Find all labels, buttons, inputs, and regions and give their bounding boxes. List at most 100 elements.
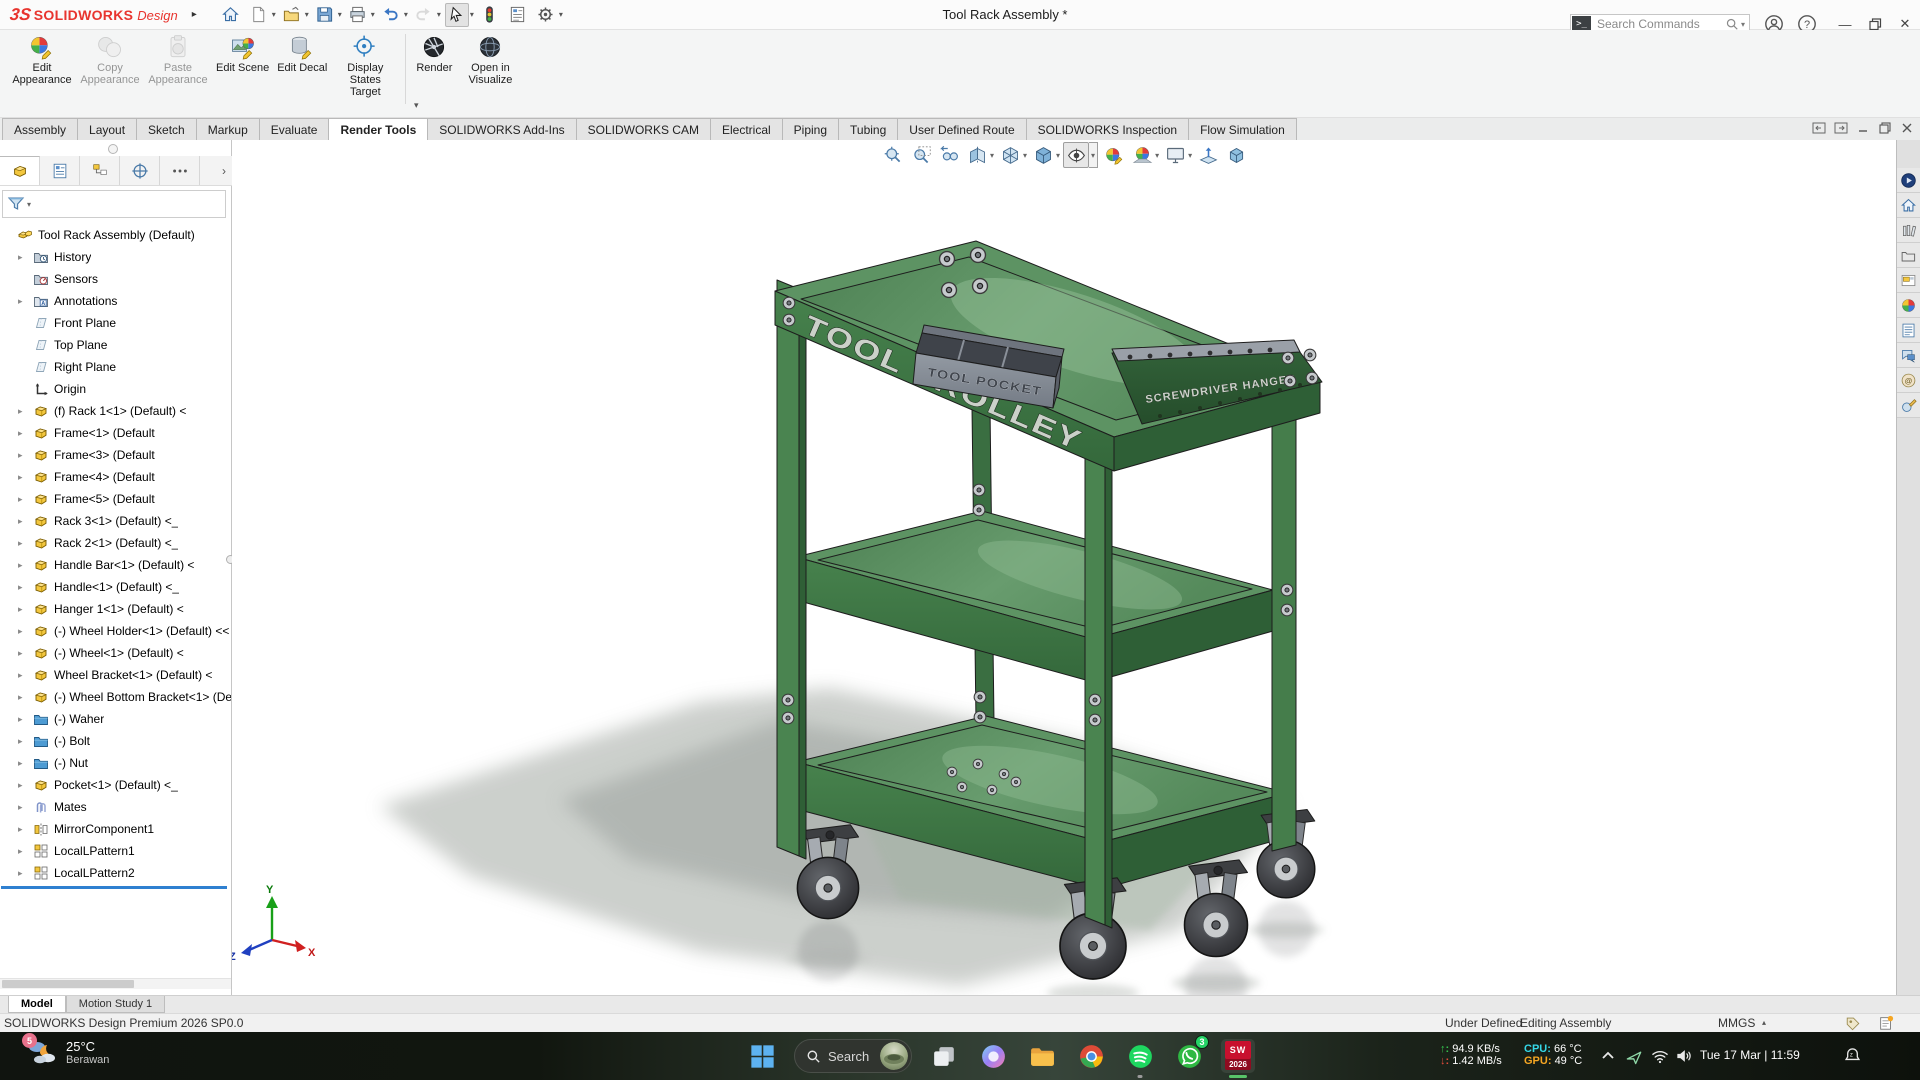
new-doc-button[interactable] [247, 3, 271, 27]
expand-arrow-icon[interactable]: ▸ [18, 538, 33, 549]
home-button[interactable] [219, 3, 243, 27]
view-orientation-button[interactable] [997, 142, 1023, 168]
expand-arrow-icon[interactable]: ▸ [18, 670, 33, 681]
tab-user-defined-route[interactable]: User Defined Route [897, 118, 1026, 140]
edit-scene-button[interactable]: Edit Scene [212, 30, 273, 74]
search-icon[interactable] [1725, 17, 1739, 31]
notification-bell-icon[interactable]: z [1842, 1045, 1863, 1066]
expand-arrow-icon[interactable]: ▸ [18, 582, 33, 593]
file-explorer-pane-button[interactable] [1897, 243, 1920, 268]
render-button[interactable]: Render [412, 30, 456, 74]
tab-solidworks-inspection[interactable]: SOLIDWORKS Inspection [1026, 118, 1189, 140]
panel-feature-tree-tab[interactable] [0, 156, 40, 185]
tab-solidworks-cam[interactable]: SOLIDWORKS CAM [576, 118, 711, 140]
open-in-visualize-button[interactable]: Open in Visualize [456, 30, 524, 86]
tree-filter[interactable]: ▾ [2, 190, 226, 218]
tree-item[interactable]: ▸Frame<1> (Default [0, 422, 231, 444]
expand-arrow-icon[interactable]: ▸ [18, 560, 33, 571]
appearances-pane-button[interactable] [1897, 293, 1920, 318]
traffic-light-button[interactable] [478, 3, 502, 27]
tab-solidworks-add-ins[interactable]: SOLIDWORKS Add-Ins [427, 118, 576, 140]
design-library-button[interactable] [1897, 218, 1920, 243]
dropdown-caret[interactable]: ▾ [1188, 151, 1192, 160]
panel-more-tabs[interactable] [160, 156, 200, 185]
view-settings-button[interactable] [1162, 142, 1188, 168]
doc-restore-icon[interactable] [1878, 121, 1892, 135]
expand-arrow-icon[interactable]: ▸ [18, 472, 33, 483]
expand-arrow-icon[interactable]: ▸ [18, 604, 33, 615]
subscriptions-button[interactable]: @ [1897, 368, 1920, 393]
tree-item[interactable]: ▸(-) Waher [0, 708, 231, 730]
open-doc-button[interactable] [280, 3, 304, 27]
expand-arrow-icon[interactable]: ▸ [18, 846, 33, 857]
edit-appearance-button[interactable]: Edit Appearance [8, 30, 76, 86]
tree-item[interactable]: ▸LocalLPattern2 [0, 862, 231, 884]
save-button[interactable] [313, 3, 337, 27]
sw-resources-button[interactable] [1897, 168, 1920, 193]
home-pane-button[interactable] [1897, 193, 1920, 218]
middle-tray[interactable] [796, 511, 1273, 682]
tree-item[interactable]: ▸Mates [0, 796, 231, 818]
tab-motion-study[interactable]: Motion Study 1 [66, 996, 165, 1013]
tab-flow-simulation[interactable]: Flow Simulation [1188, 118, 1297, 140]
tree-item[interactable]: ▸LocalLPattern1 [0, 840, 231, 862]
forum-button[interactable] [1897, 343, 1920, 368]
dropdown-caret[interactable]: ▾ [559, 10, 563, 19]
tree-item[interactable]: ▸Frame<4> (Default [0, 466, 231, 488]
dropdown-caret[interactable]: ▾ [371, 10, 375, 19]
tray-chevron-icon[interactable] [1598, 1046, 1618, 1066]
tree-item[interactable]: Origin [0, 378, 231, 400]
print-button[interactable] [346, 3, 370, 27]
dropdown-caret[interactable]: ▾ [437, 10, 441, 19]
filter-funnel-icon[interactable] [7, 195, 25, 213]
ribbon-collapse-caret[interactable]: ▾ [414, 100, 419, 111]
dropdown-caret[interactable]: ▾ [1155, 151, 1159, 160]
expand-arrow-icon[interactable]: ▸ [18, 802, 33, 813]
tree-item[interactable]: ▸Hanger 1<1> (Default) < [0, 598, 231, 620]
doc-minimize-icon[interactable] [1856, 121, 1870, 135]
expand-arrow-icon[interactable]: ▸ [18, 868, 33, 879]
tab-layout[interactable]: Layout [77, 118, 137, 140]
toolbox-button[interactable] [1897, 393, 1920, 418]
search-dropdown-caret[interactable]: ▾ [1741, 20, 1745, 29]
panel-horizontal-scrollbar[interactable] [0, 978, 231, 989]
select-cursor-button[interactable] [445, 3, 469, 27]
plane-arrow-button[interactable] [1195, 142, 1221, 168]
tab-model[interactable]: Model [8, 996, 66, 1013]
expand-arrow-icon[interactable]: ▸ [18, 780, 33, 791]
tab-render-tools[interactable]: Render Tools [328, 118, 428, 140]
tab-evaluate[interactable]: Evaluate [259, 118, 330, 140]
tree-item[interactable]: ▸(-) Wheel Bottom Bracket<1> (De [0, 686, 231, 708]
dropdown-caret[interactable]: ▾ [404, 10, 408, 19]
tab-piping[interactable]: Piping [782, 118, 839, 140]
doc-close-icon[interactable] [1900, 121, 1914, 135]
expand-arrow-icon[interactable]: ▸ [18, 296, 33, 307]
section-view-button[interactable] [964, 142, 990, 168]
tree-item[interactable]: ▸Handle<1> (Default) <_ [0, 576, 231, 598]
rollback-bar[interactable] [1, 886, 227, 889]
wifi-icon[interactable] [1650, 1046, 1670, 1066]
tree-item[interactable]: ▸Frame<3> (Default [0, 444, 231, 466]
apply-scene-button[interactable] [1129, 142, 1155, 168]
undo-button[interactable] [379, 3, 403, 27]
edit-appearance-hud-button[interactable] [1101, 142, 1127, 168]
scrollbar-thumb[interactable] [2, 980, 134, 988]
filter-caret[interactable]: ▾ [27, 200, 31, 209]
dropdown-caret[interactable]: ▾ [470, 10, 474, 19]
dropdown-caret[interactable]: ▾ [1089, 142, 1098, 168]
tree-item[interactable]: ▸Wheel Bracket<1> (Default) < [0, 664, 231, 686]
dropdown-caret[interactable]: ▾ [272, 10, 276, 19]
tab-sketch[interactable]: Sketch [136, 118, 197, 140]
model-scene[interactable]: TOOL TROLLEY TOOL POCKET [232, 140, 1896, 995]
tab-assembly[interactable]: Assembly [2, 118, 78, 140]
expand-arrow-icon[interactable]: ▸ [18, 406, 33, 417]
dropdown-caret[interactable]: ▾ [1056, 151, 1060, 160]
tree-item[interactable]: ▸Pocket<1> (Default) <_ [0, 774, 231, 796]
display-style-button[interactable] [1030, 142, 1056, 168]
display-states-target-button[interactable]: Display States Target [331, 30, 399, 98]
tag-icon[interactable] [1845, 1015, 1861, 1031]
graphics-viewport[interactable]: ▾▾▾▾▾▾ [232, 140, 1896, 995]
expand-arrow-icon[interactable]: ▸ [18, 516, 33, 527]
units-selector[interactable]: MMGS [1718, 1016, 1755, 1030]
tree-item[interactable]: Tool Rack Assembly (Default) [0, 224, 231, 246]
